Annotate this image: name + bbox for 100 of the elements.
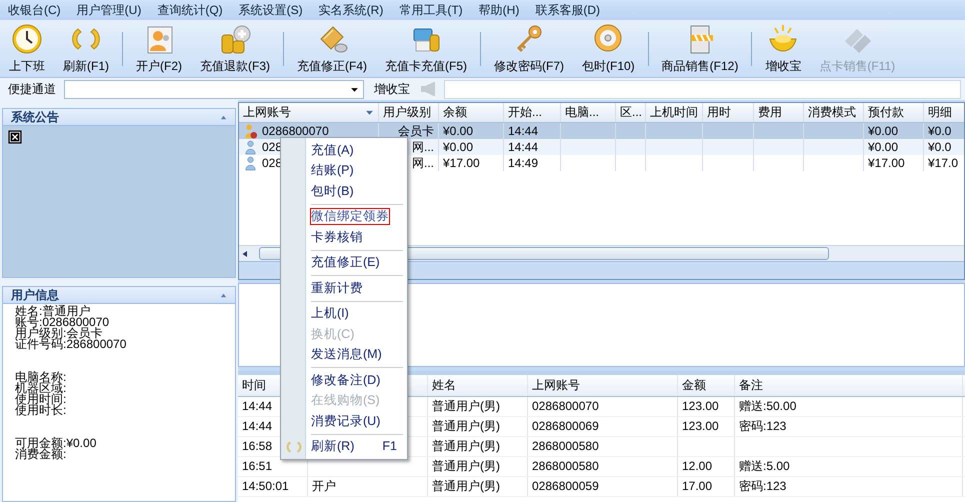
column-header[interactable]: 上机时间 [646, 103, 703, 122]
menu-label: 结账(P) [311, 163, 354, 178]
table-cell: 网... [412, 140, 434, 154]
menu-label: 包时(B) [311, 184, 354, 199]
table-cell: 2868000580 [528, 457, 678, 476]
table-cell: 会员卡 [398, 124, 434, 138]
panel-title: 用户信息 [11, 288, 59, 302]
info-line: 账号:0286800070 [15, 317, 110, 328]
toolbar-button[interactable]: 开户(F2) [127, 20, 191, 78]
info-line: 姓名:普通用户 [15, 306, 90, 317]
table-cell: ¥0.0 [928, 140, 952, 154]
table-cell: 0286800069 [528, 417, 678, 436]
table-row[interactable]: 0286800070 会员卡 ¥0.00 14:44 ¥0.00 ¥0.0 [239, 123, 964, 139]
menu-item[interactable]: 重新计费 [281, 278, 407, 298]
column-header[interactable]: 用户级别 [379, 103, 439, 122]
menu-item[interactable]: 结账(P) [281, 160, 407, 181]
table-cell: 17.00 [678, 477, 735, 496]
column-header[interactable]: 开始... [504, 103, 561, 122]
column-header[interactable]: 明细 [924, 103, 964, 122]
menu-item[interactable]: 联系客服(D) [527, 0, 608, 20]
sort-icon[interactable] [365, 108, 374, 117]
broken-image-icon [8, 130, 22, 144]
table-cell: ¥0.00 [443, 140, 474, 154]
table-cell: ¥17.00 [868, 156, 905, 170]
table-cell: 2868000580 [528, 437, 678, 456]
column-header[interactable]: 预付款 [864, 103, 924, 122]
menu-item[interactable]: 收银台(C) [0, 0, 69, 20]
table-cell: 123.00 [678, 417, 735, 436]
menu-label: 刷新(R) [311, 439, 354, 454]
menu-label: 卡券核销 [311, 230, 363, 245]
table-cell: ¥0.0 [928, 124, 952, 138]
column-header[interactable]: 用时 [703, 103, 754, 122]
column-header[interactable]: 备注 [735, 375, 963, 396]
channel-label: 便捷通道 [7, 82, 57, 96]
panel-title: 系统公告 [11, 110, 59, 124]
menu-item[interactable]: 系统设置(S) [230, 0, 311, 20]
toolbar-button[interactable]: 包时(F10) [573, 20, 644, 78]
toolbar-button[interactable]: 商品销售(F12) [652, 20, 748, 78]
toolbar-button[interactable]: 修改密码(F7) [485, 20, 573, 78]
income-button[interactable]: 增收宝 [364, 82, 420, 96]
menu-item[interactable]: 微信绑定领券 [281, 206, 407, 227]
toolbar-button[interactable]: 充值退款(F3) [191, 20, 279, 78]
info-line: 证件号码:286800070 [15, 339, 128, 350]
column-title: 上网账号 [243, 105, 291, 120]
menu-label: 充值修正(E) [311, 255, 380, 270]
menu-item[interactable]: 包时(B) [281, 181, 407, 202]
user-badge-icon [243, 124, 258, 138]
table-cell: 0286800070 [262, 124, 329, 138]
menu-item[interactable]: 实名系统(R) [310, 0, 392, 20]
column-header[interactable]: 区... [616, 103, 646, 122]
column-header[interactable]: 消费模式 [804, 103, 864, 122]
info-line: 机器区域: [15, 383, 68, 394]
info-line: 可用金额:¥0.00 [15, 438, 98, 449]
menu-label: 发送消息(M) [311, 347, 382, 362]
table-cell: 14:44 [508, 140, 538, 154]
column-header[interactable]: 电脑... [561, 103, 616, 122]
menu-item[interactable]: 查询统计(Q) [149, 0, 231, 20]
menu-item[interactable]: 充值修正(E) [281, 252, 407, 273]
collapse-icon[interactable] [220, 292, 227, 298]
menu-item[interactable]: 常用工具(T) [391, 0, 471, 20]
column-header[interactable]: 上网账号 [528, 375, 678, 396]
table-cell: ¥0.00 [443, 124, 474, 138]
info-line: 消费金额: [15, 449, 66, 460]
table-cell: 普通用户(男) [428, 437, 528, 456]
menu-item[interactable]: 卡券核销 [281, 227, 407, 248]
menu-item[interactable]: 帮助(H) [470, 0, 528, 20]
menu-item[interactable]: 发送消息(M) [281, 344, 407, 365]
table-cell: 14:44 [508, 124, 538, 138]
column-header[interactable]: 金额 [678, 375, 735, 396]
menu-label: 充值(A) [311, 142, 354, 158]
clock-icon [11, 23, 43, 56]
scroll-left-icon[interactable] [241, 250, 249, 258]
coins-icon [219, 23, 251, 56]
toolbar-button[interactable]: 上下班 [0, 20, 54, 78]
menu-item[interactable]: 用户管理(U) [68, 0, 150, 20]
menu-label: 上机(I) [311, 306, 349, 322]
table-cell: 0286800059 [528, 477, 678, 496]
info-line: 使用时长: [15, 405, 68, 416]
table-cell: 14:50:01 [238, 477, 308, 496]
menu-label: 微信绑定领券 [311, 209, 389, 224]
table-cell: 普通用户(男) [428, 457, 528, 476]
table-cell: 123.00 [678, 397, 735, 416]
user-icon [243, 156, 258, 170]
table-cell: ¥0.00 [868, 124, 898, 138]
column-header[interactable]: 姓名 [428, 375, 528, 396]
table-cell: 普通用户(男) [428, 397, 528, 416]
menu-label: 重新计费 [311, 280, 363, 296]
column-header[interactable]: 费用 [754, 103, 804, 122]
table-cell: 赠送:5.00 [735, 457, 963, 476]
toolbar-button[interactable]: 充值卡充值(F5) [376, 20, 476, 78]
toolbar-button[interactable]: 充值修正(F4) [288, 20, 376, 78]
table-cell: 密码:123 [735, 417, 963, 436]
toolbar-button[interactable]: 增收宝 [756, 20, 810, 78]
menu-item[interactable]: 上机(I) [281, 304, 407, 324]
table-cell: 0286800070 [528, 397, 678, 416]
toolbar-button[interactable]: 刷新(F1) [54, 20, 118, 78]
table-cell: 普通用户(男) [428, 417, 528, 436]
table-cell: ¥17.0 [928, 156, 958, 170]
column-header[interactable]: 余额 [439, 103, 504, 122]
collapse-icon[interactable] [220, 114, 227, 120]
